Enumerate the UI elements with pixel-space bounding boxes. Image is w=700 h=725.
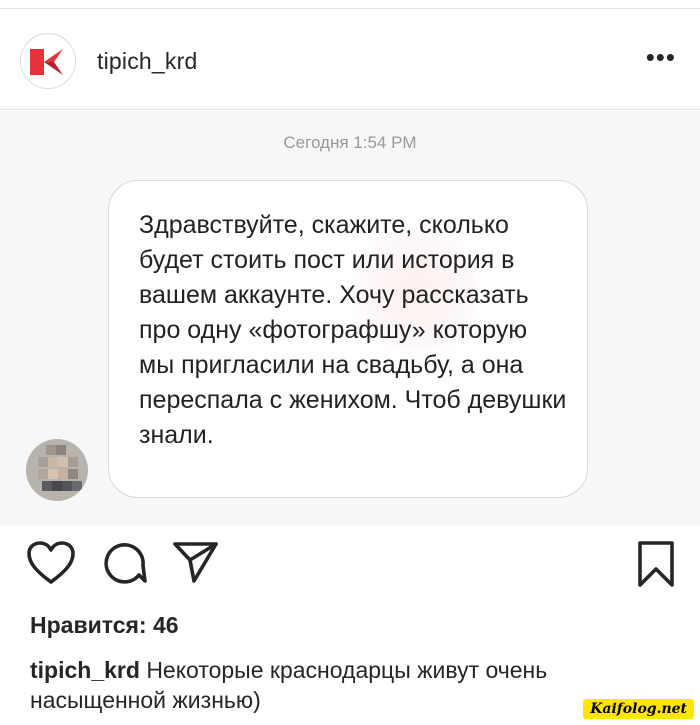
sender-avatar-blurred — [26, 439, 88, 501]
post-actions — [0, 526, 700, 606]
comment-button[interactable] — [102, 540, 148, 591]
post-header: tipich_krd ••• — [0, 10, 700, 110]
share-button[interactable] — [172, 540, 220, 591]
message-text: Здравствуйте, скажите, сколько будет сто… — [139, 211, 567, 449]
message-screenshot: Сегодня 1:54 PM Здравствуйте, скажите, с… — [0, 111, 700, 526]
bookmark-icon — [638, 541, 674, 587]
brand-logo-icon — [30, 49, 63, 75]
more-dots-icon: ••• — [645, 42, 676, 72]
save-button[interactable] — [636, 540, 676, 593]
post-username[interactable]: tipich_krd — [97, 48, 197, 75]
heart-icon — [27, 541, 75, 584]
likes-count[interactable]: Нравится: 46 — [30, 612, 179, 639]
message-bubble: Здравствуйте, скажите, сколько будет сто… — [108, 180, 588, 498]
message-timestamp: Сегодня 1:54 PM — [283, 133, 417, 152]
top-divider — [0, 8, 700, 9]
profile-avatar[interactable] — [20, 33, 76, 89]
more-options-button[interactable]: ••• — [646, 44, 676, 70]
like-button[interactable] — [26, 540, 76, 591]
site-watermark: Kaifolog.net — [583, 699, 694, 719]
post-caption: tipich_krd Некоторые краснодарцы живут о… — [30, 655, 670, 715]
caption-username[interactable]: tipich_krd — [30, 657, 140, 683]
comment-icon — [104, 543, 147, 584]
send-icon — [173, 542, 218, 583]
